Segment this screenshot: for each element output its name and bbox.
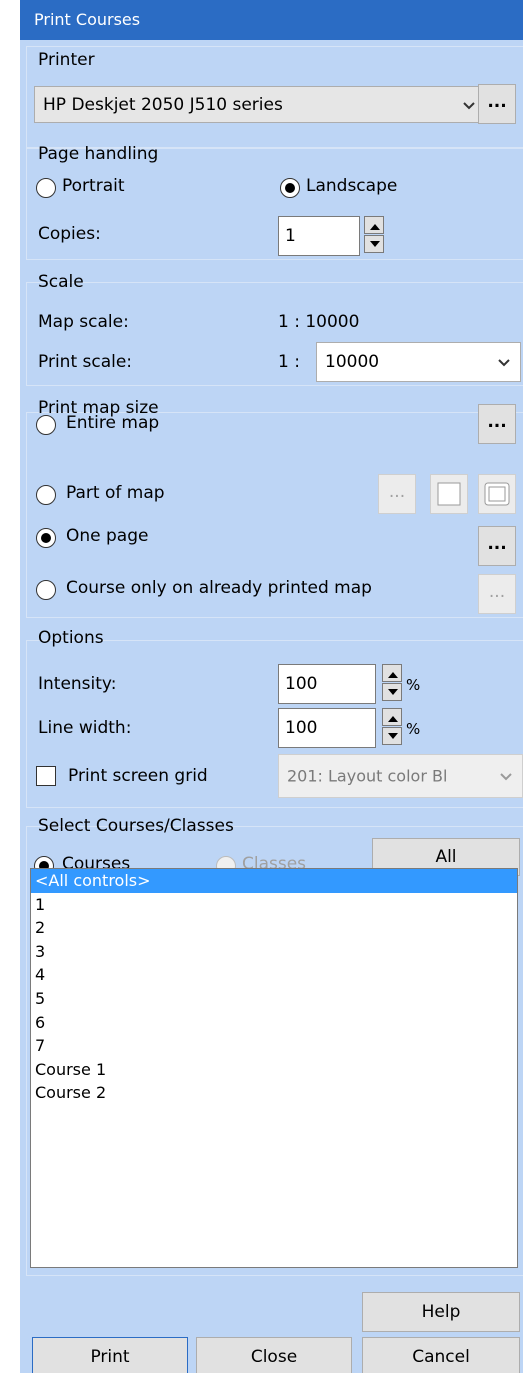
copies-value: 1 bbox=[285, 226, 296, 246]
select-courses-group-label: Select Courses/Classes bbox=[38, 816, 234, 836]
cancel-button-label: Cancel bbox=[412, 1347, 470, 1367]
list-item[interactable]: 2 bbox=[31, 916, 517, 940]
page-handling-group-label: Page handling bbox=[38, 144, 159, 164]
line-width-value: 100 bbox=[285, 718, 318, 738]
map-scale-value: 1 : 10000 bbox=[278, 312, 360, 332]
list-item[interactable]: <All controls> bbox=[31, 869, 517, 893]
intensity-decrement[interactable] bbox=[382, 683, 402, 701]
printer-select[interactable]: HP Deskjet 2050 J510 series bbox=[34, 86, 486, 123]
line-width-input[interactable]: 100 bbox=[278, 708, 376, 748]
copies-input[interactable]: 1 bbox=[278, 216, 360, 256]
intensity-percent: % bbox=[406, 676, 421, 694]
arrow-up-icon bbox=[388, 716, 398, 722]
line-width-label: Line width: bbox=[38, 718, 132, 738]
entire-map-radio[interactable] bbox=[36, 415, 56, 435]
scale-group-label: Scale bbox=[38, 272, 84, 292]
one-page-label[interactable]: One page bbox=[66, 526, 148, 546]
arrow-up-icon bbox=[388, 672, 398, 678]
courses-listbox[interactable]: <All controls> 1 2 3 4 5 6 7 Course 1 Co… bbox=[30, 868, 518, 1268]
line-width-stepper[interactable] bbox=[382, 708, 402, 746]
chevron-down-icon bbox=[463, 101, 475, 109]
intensity-increment[interactable] bbox=[382, 664, 402, 682]
print-button-label: Print bbox=[90, 1347, 130, 1367]
part-of-map-label[interactable]: Part of map bbox=[66, 483, 165, 503]
printer-group-label: Printer bbox=[38, 50, 95, 70]
line-width-decrement[interactable] bbox=[382, 727, 402, 745]
course-only-radio[interactable] bbox=[36, 580, 56, 600]
part-of-map-options-label: ... bbox=[388, 482, 406, 502]
print-button[interactable]: Print bbox=[32, 1337, 188, 1373]
intensity-stepper[interactable] bbox=[382, 664, 402, 702]
print-screen-grid-label[interactable]: Print screen grid bbox=[68, 766, 208, 786]
course-only-options-button[interactable]: ... bbox=[478, 574, 516, 614]
grid-color-value: 201: Layout color Bl bbox=[287, 766, 448, 786]
page-frame-button[interactable] bbox=[478, 474, 516, 514]
list-item[interactable]: 3 bbox=[31, 940, 517, 964]
intensity-value: 100 bbox=[285, 674, 318, 694]
rectangle-icon bbox=[437, 482, 461, 506]
list-item[interactable]: 7 bbox=[31, 1034, 517, 1058]
course-only-label[interactable]: Course only on already printed map bbox=[66, 578, 372, 598]
window-title: Print Courses bbox=[20, 0, 523, 40]
print-scale-combo[interactable]: 10000 bbox=[316, 342, 521, 382]
one-page-options-label: ... bbox=[487, 534, 507, 554]
line-width-increment[interactable] bbox=[382, 708, 402, 726]
entire-map-options-label: ... bbox=[487, 412, 507, 432]
copies-stepper[interactable] bbox=[364, 216, 384, 254]
list-item[interactable]: Course 2 bbox=[31, 1081, 517, 1105]
copies-label: Copies: bbox=[38, 224, 101, 244]
entire-map-options-button[interactable]: ... bbox=[478, 404, 516, 444]
all-button-label: All bbox=[435, 847, 457, 867]
close-button[interactable]: Close bbox=[196, 1337, 352, 1373]
printer-settings-label: ... bbox=[487, 92, 507, 112]
printer-settings-button[interactable]: ... bbox=[478, 84, 516, 124]
part-of-map-radio[interactable] bbox=[36, 485, 56, 505]
grid-color-select[interactable]: 201: Layout color Bl bbox=[278, 754, 523, 798]
printer-select-value: HP Deskjet 2050 J510 series bbox=[43, 94, 283, 115]
list-item[interactable]: 4 bbox=[31, 963, 517, 987]
portrait-label[interactable]: Portrait bbox=[62, 176, 125, 196]
arrow-down-icon bbox=[388, 689, 398, 695]
entire-map-label[interactable]: Entire map bbox=[66, 413, 159, 433]
print-scale-label: Print scale: bbox=[38, 352, 133, 372]
print-courses-dialog: Print Courses Printer HP Deskjet 2050 J5… bbox=[20, 0, 523, 1373]
arrow-up-icon bbox=[370, 224, 380, 230]
map-scale-label: Map scale: bbox=[38, 312, 129, 332]
select-area-button[interactable] bbox=[430, 474, 468, 514]
print-scale-prefix: 1 : bbox=[278, 352, 300, 372]
help-button-label: Help bbox=[421, 1302, 461, 1322]
print-screen-grid-checkbox[interactable] bbox=[36, 766, 56, 786]
arrow-down-icon bbox=[370, 241, 380, 247]
one-page-options-button[interactable]: ... bbox=[478, 526, 516, 566]
options-group-label: Options bbox=[38, 628, 104, 648]
list-item[interactable]: 5 bbox=[31, 987, 517, 1011]
course-only-options-label: ... bbox=[488, 582, 506, 602]
list-item[interactable]: 1 bbox=[31, 893, 517, 917]
close-button-label: Close bbox=[250, 1347, 298, 1367]
one-page-radio[interactable] bbox=[36, 528, 56, 548]
help-button[interactable]: Help bbox=[362, 1292, 520, 1332]
landscape-radio[interactable] bbox=[280, 178, 300, 198]
list-item[interactable]: 6 bbox=[31, 1011, 517, 1035]
copies-increment[interactable] bbox=[364, 216, 384, 234]
landscape-label[interactable]: Landscape bbox=[306, 176, 397, 196]
part-of-map-options-button[interactable]: ... bbox=[378, 474, 416, 514]
cancel-button[interactable]: Cancel bbox=[362, 1337, 520, 1373]
copies-decrement[interactable] bbox=[364, 235, 384, 253]
arrow-down-icon bbox=[388, 733, 398, 739]
print-scale-value: 10000 bbox=[325, 352, 380, 372]
intensity-input[interactable]: 100 bbox=[278, 664, 376, 704]
portrait-radio[interactable] bbox=[36, 178, 56, 198]
chevron-down-icon bbox=[498, 768, 514, 784]
line-width-percent: % bbox=[406, 720, 421, 738]
list-item[interactable]: Course 1 bbox=[31, 1058, 517, 1082]
intensity-label: Intensity: bbox=[38, 674, 117, 694]
page-frame-icon bbox=[484, 482, 510, 506]
chevron-down-icon bbox=[498, 359, 510, 367]
